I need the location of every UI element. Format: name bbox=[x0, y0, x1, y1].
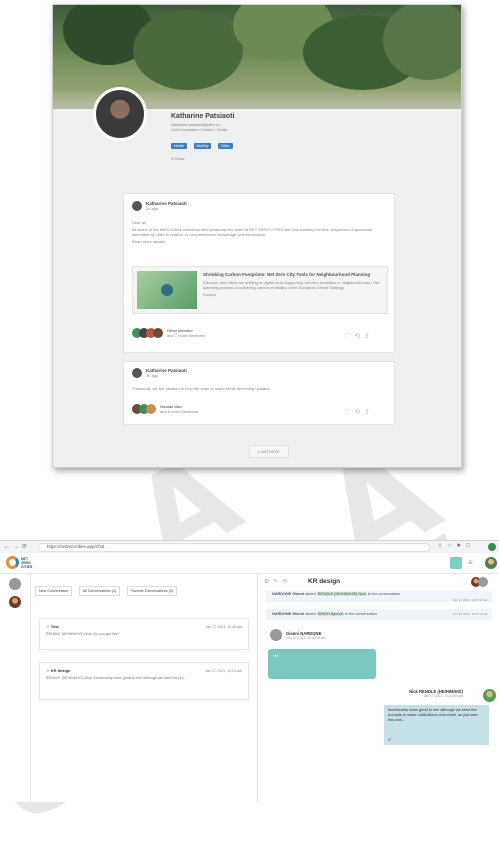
message-header: Nick RENDLE (HE/HIM/HIS) Jan 17 2023, 10… bbox=[409, 689, 463, 698]
link-preview-title[interactable]: Shrinking Carbon Footprints: Net Zero Ci… bbox=[203, 272, 381, 277]
profile-info: Katharine Patsiaoti katharine.patsiaoti@… bbox=[171, 113, 391, 161]
message-time: Dec 22 2022, 10:06:18 am bbox=[286, 635, 326, 640]
play-icon bbox=[161, 284, 173, 296]
post-link-intro: Read more details: bbox=[132, 239, 166, 244]
event-actor: NARDONE Gianni bbox=[272, 612, 305, 616]
star-icon[interactable]: ☆ bbox=[46, 668, 50, 673]
check-icon: ✔ bbox=[388, 737, 392, 742]
post-time: 2h ago bbox=[146, 206, 159, 211]
avatar[interactable] bbox=[9, 596, 21, 608]
conversation-date: Jan 17 2023, 10:13 am bbox=[205, 669, 242, 673]
profile-meta: 0 Posts bbox=[171, 156, 185, 161]
tab-all-conversations[interactable]: All Conversations (2) bbox=[78, 586, 121, 596]
app-header: NET ZERO CITIES ≡ bbox=[0, 553, 499, 574]
avatar[interactable] bbox=[9, 578, 21, 590]
profile-tag[interactable]: Cities bbox=[217, 143, 233, 149]
chat-icon[interactable] bbox=[450, 557, 462, 569]
event-suffix: to the conversation bbox=[367, 592, 401, 596]
profile-avatar[interactable] bbox=[93, 87, 147, 141]
post-greeting: Dear all, bbox=[132, 220, 147, 225]
reactions-sub: and 6 more Members bbox=[160, 409, 199, 414]
user-avatar[interactable] bbox=[485, 557, 497, 569]
logo-text: ZERO bbox=[21, 560, 31, 565]
profile-role: Civil Consultant / Maker / Tester bbox=[171, 127, 228, 132]
conversation-preview: RENDLE (HE/HIM/HIS) Nick: functionality … bbox=[46, 676, 188, 680]
menu-icon[interactable]: ≡ bbox=[468, 558, 473, 567]
tab-new-conversation[interactable]: New Conversation bbox=[35, 586, 73, 596]
conversation-preview: RENDLE (HE/HIM/HIS) Nick: Do you get thi… bbox=[46, 632, 120, 636]
logo-icon bbox=[6, 556, 19, 569]
avatar[interactable] bbox=[132, 201, 142, 211]
address-bar[interactable]: https://netzerocities.app/chat bbox=[47, 544, 104, 549]
post-reactions[interactable]: Nicolas Mko and 6 more Members bbox=[132, 404, 198, 414]
message-text: Hi! bbox=[273, 653, 278, 658]
load-more-button[interactable]: Load More bbox=[249, 445, 289, 458]
star-icon[interactable]: ☆ bbox=[46, 624, 50, 629]
message-header: Gianni NARDONE Dec 22 2022, 10:06:18 am bbox=[270, 629, 326, 641]
chat-screenshot: ←→⟳ https://netzerocities.app/chat ⇪☆✱☐ … bbox=[0, 540, 499, 802]
profile-tag[interactable]: Health bbox=[171, 143, 188, 149]
post-time: 3h ago bbox=[146, 373, 159, 378]
conversation-item[interactable]: ☆ KR design Jan 17 2023, 10:13 am RENDLE… bbox=[39, 662, 249, 700]
post-action-icons[interactable]: ♡⟲⇪ bbox=[344, 332, 374, 340]
conversation-tabs: New Conversation All Conversations (2) F… bbox=[35, 579, 179, 597]
browser-profile-icon[interactable] bbox=[488, 543, 496, 551]
message-text: functionality looks great to me! althoug… bbox=[388, 708, 479, 722]
message-author: Gianni NARDONE bbox=[286, 630, 322, 636]
tab-favorite-conversations[interactable]: Favorite Conversations (0) bbox=[126, 586, 177, 596]
profile-tag[interactable]: Mobility bbox=[193, 143, 212, 149]
profile-screenshot: Katharine Patsiaoti katharine.patsiaoti@… bbox=[52, 4, 462, 468]
avatar[interactable] bbox=[270, 629, 282, 641]
feed-post: Katharine Patsiaoti 3h ago Thanks all, w… bbox=[123, 361, 395, 425]
conversation-item[interactable]: ☆ Test Jan 17 2023, 11:49 am RENDLE (HE/… bbox=[39, 618, 249, 650]
system-message: NARDONE Gianni added SINGH Apurva to the… bbox=[266, 609, 492, 620]
post-header: Katharine Patsiaoti 3h ago bbox=[132, 368, 187, 378]
reactions-sub: and 7 more Members bbox=[167, 333, 206, 338]
conversation-title: Test bbox=[50, 624, 59, 629]
message-time: Jan 17 2023, 10:10:49 am bbox=[423, 694, 463, 698]
browser-action-icons[interactable]: ⇪☆✱☐ bbox=[438, 543, 475, 549]
event-time: Dec 22 2022, 10:06:13 am bbox=[452, 598, 488, 602]
event-time: Dec 22 2022, 10:06:13 am bbox=[452, 612, 488, 616]
post-header: Katharine Patsiaoti 2h ago bbox=[132, 201, 187, 211]
browser-nav-icons[interactable]: ←→⟳ bbox=[4, 543, 30, 550]
feed-post: Katharine Patsiaoti 2h ago Dear all, As … bbox=[123, 193, 395, 353]
contacts-rail bbox=[0, 574, 31, 802]
link-preview-description: Discover how cities are shifting to digi… bbox=[203, 280, 380, 290]
event-actor: NARDONE Gianni bbox=[272, 592, 305, 596]
chat-panel: ⚙✎⟲ KR design NARDONE Gianni added RENDL… bbox=[258, 574, 499, 802]
post-body: Thanks all, we are pleased to help the t… bbox=[132, 386, 271, 391]
link-preview-card[interactable]: Shrinking Carbon Footprints: Net Zero Ci… bbox=[132, 266, 388, 314]
link-preview-domain: Europa bbox=[203, 292, 216, 297]
logo-text: CITIES bbox=[21, 564, 33, 569]
event-suffix: to the conversation bbox=[344, 612, 377, 616]
event-verb: added bbox=[305, 592, 316, 596]
conversation-list-panel: New Conversation All Conversations (2) F… bbox=[31, 574, 258, 802]
conversation-title: KR design bbox=[50, 668, 71, 673]
app-logo[interactable]: NET ZERO CITIES bbox=[6, 556, 32, 569]
chat-participants[interactable] bbox=[471, 577, 488, 587]
system-message: NARDONE Gianni added RENDLE (HE/HIM/HIS)… bbox=[266, 591, 492, 602]
message-bubble[interactable]: functionality looks great to me! althoug… bbox=[384, 705, 489, 745]
post-reactions[interactable]: Other Member and 7 more Members bbox=[132, 328, 205, 338]
link-preview-thumbnail bbox=[137, 271, 197, 309]
profile-tags: Health Mobility Cities bbox=[171, 134, 391, 152]
post-body: As result of the MetCoCities workshop he… bbox=[132, 227, 373, 237]
event-target: SINGH Apurva bbox=[316, 612, 344, 616]
event-verb: added bbox=[305, 612, 316, 616]
chat-title: KR design bbox=[308, 578, 341, 585]
post-action-icons[interactable]: ♡⟲⇪ bbox=[344, 408, 374, 416]
event-target: RENDLE (HE/HIM/HIS) Nick bbox=[316, 592, 367, 596]
message-bubble[interactable]: Hi! bbox=[268, 649, 376, 679]
avatar[interactable] bbox=[132, 368, 142, 378]
profile-name: Katharine Patsiaoti bbox=[171, 113, 235, 120]
conversation-date: Jan 17 2023, 11:49 am bbox=[205, 625, 243, 629]
chat-toolbar-icons[interactable]: ⚙✎⟲ bbox=[264, 578, 291, 585]
avatar[interactable] bbox=[483, 689, 496, 702]
